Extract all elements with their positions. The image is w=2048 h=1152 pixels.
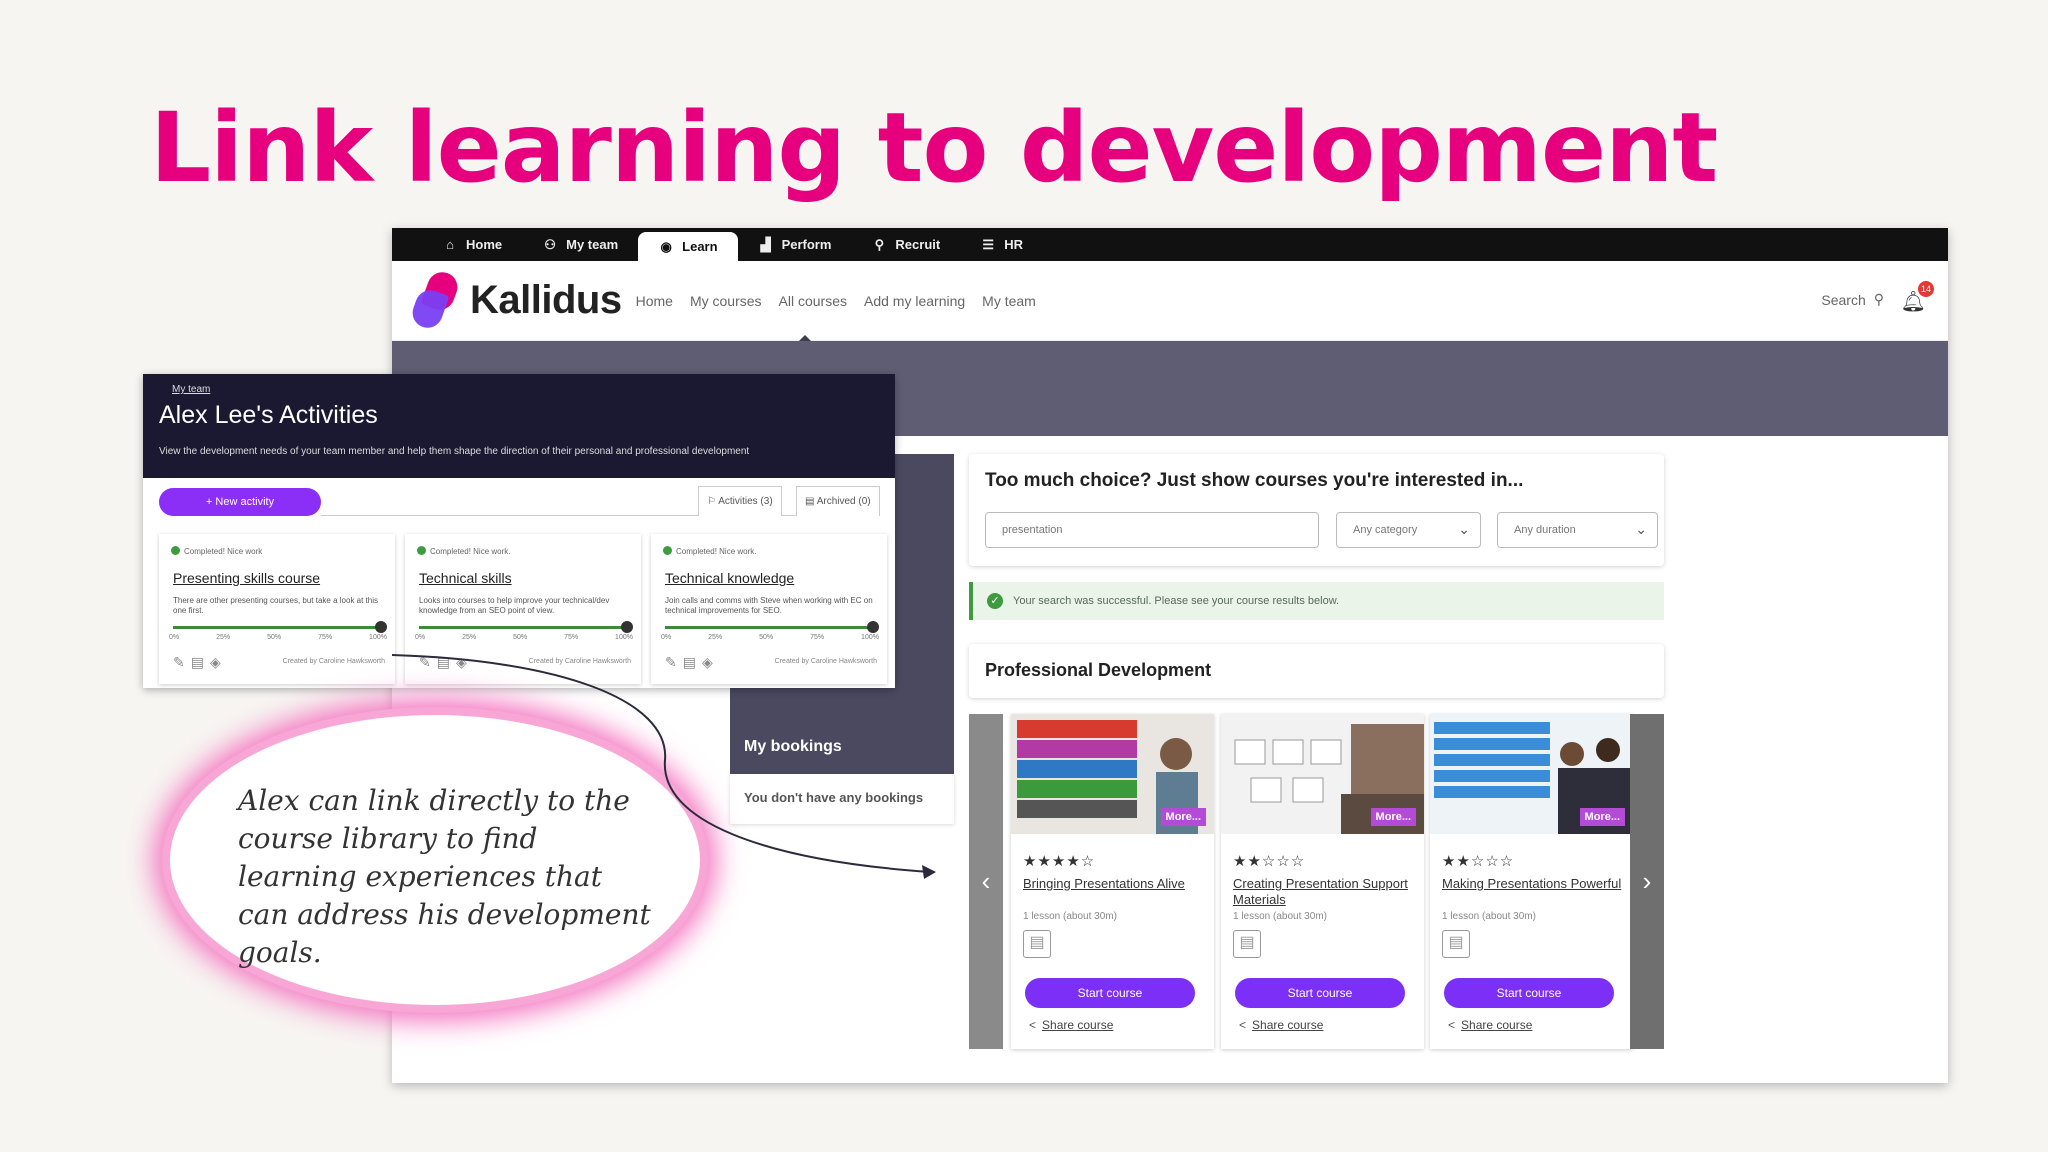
connector-arrow xyxy=(391,654,936,879)
